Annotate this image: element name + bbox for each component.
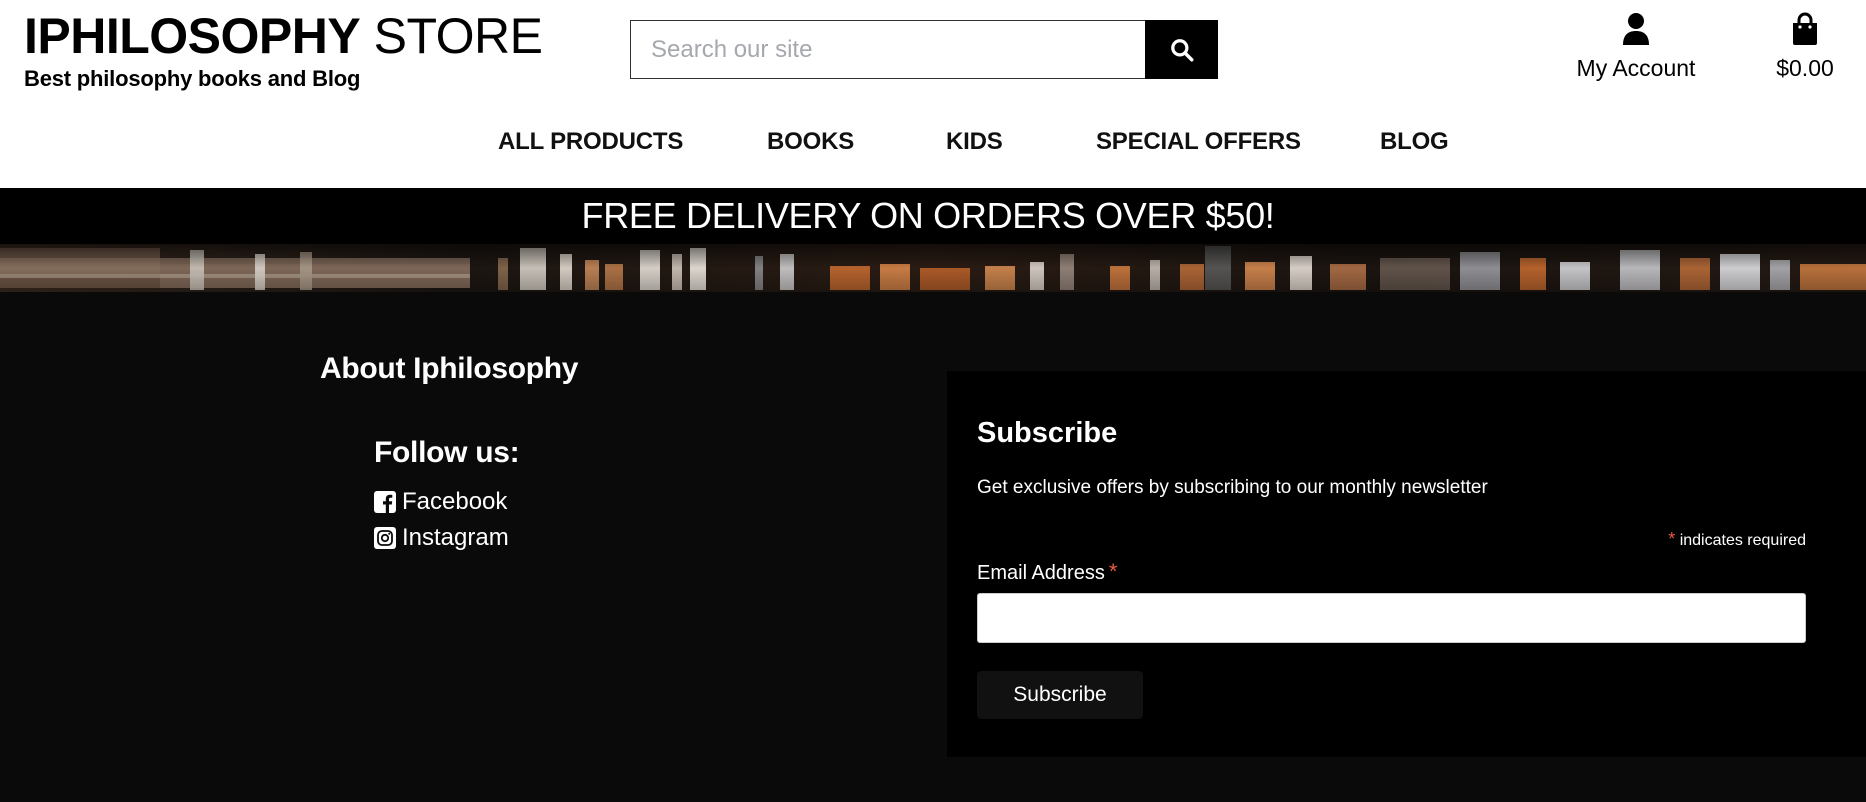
nav-item-kids[interactable]: KIDS	[946, 128, 1003, 156]
facebook-link[interactable]: Facebook	[374, 488, 507, 516]
my-account-label: My Account	[1576, 55, 1696, 81]
email-required-star: *	[1108, 559, 1118, 584]
nav-item-special-offers[interactable]: SPECIAL OFFERS	[1096, 128, 1301, 156]
facebook-label: Facebook	[402, 488, 508, 515]
instagram-icon	[374, 527, 396, 549]
about-title: About Iphilosophy	[320, 352, 579, 385]
subscribe-button[interactable]: Subscribe	[977, 671, 1143, 719]
brand-title-bold: IPHILOSOPHY	[24, 8, 361, 64]
main-nav: ALL PRODUCTS BOOKS KIDS SPECIAL OFFERS B…	[0, 128, 1866, 168]
email-field[interactable]	[977, 593, 1806, 643]
site-footer: About Iphilosophy Follow us: Facebook In…	[0, 292, 1866, 802]
nav-item-blog[interactable]: BLOG	[1380, 128, 1449, 156]
brand-tagline: Best philosophy books and Blog	[24, 66, 361, 91]
nav-item-books[interactable]: BOOKS	[767, 128, 854, 156]
email-label-text: Email Address	[977, 562, 1105, 584]
bookshelf-image	[0, 244, 1866, 292]
brand-title: IPHILOSOPHY STORE	[24, 8, 543, 64]
subscribe-title: Subscribe	[977, 417, 1118, 449]
delivery-banner: FREE DELIVERY ON ORDERS OVER $50!	[0, 188, 1866, 244]
brand-title-light: STORE	[373, 8, 543, 64]
instagram-label: Instagram	[402, 524, 509, 551]
subscribe-form: Subscribe Get exclusive offers by subscr…	[947, 371, 1866, 757]
site-header: IPHILOSOPHY STORE Best philosophy books …	[0, 0, 1866, 188]
nav-item-all-products[interactable]: ALL PRODUCTS	[498, 128, 683, 156]
search-icon	[1170, 38, 1193, 61]
user-icon	[1622, 12, 1650, 48]
cart-total: $0.00	[1776, 55, 1834, 81]
follow-us-title: Follow us:	[374, 436, 520, 469]
search-button[interactable]	[1145, 20, 1218, 79]
required-note-text: indicates required	[1679, 532, 1806, 549]
delivery-banner-text: FREE DELIVERY ON ORDERS OVER $50!	[581, 195, 1275, 236]
search-input[interactable]	[630, 20, 1145, 79]
required-star: *	[1668, 529, 1676, 549]
subscribe-description: Get exclusive offers by subscribing to o…	[977, 477, 1488, 498]
instagram-link[interactable]: Instagram	[374, 524, 509, 552]
email-label: Email Address *	[977, 559, 1117, 585]
shopping-bag-icon	[1791, 12, 1819, 48]
search-form	[630, 20, 1218, 79]
cart-link[interactable]: $0.00	[1755, 12, 1855, 82]
facebook-square-icon	[374, 491, 396, 513]
brand-logo-link[interactable]: IPHILOSOPHY STORE Best philosophy books …	[24, 8, 543, 92]
required-note: * indicates required	[1668, 529, 1806, 550]
my-account-link[interactable]: My Account	[1566, 12, 1706, 82]
